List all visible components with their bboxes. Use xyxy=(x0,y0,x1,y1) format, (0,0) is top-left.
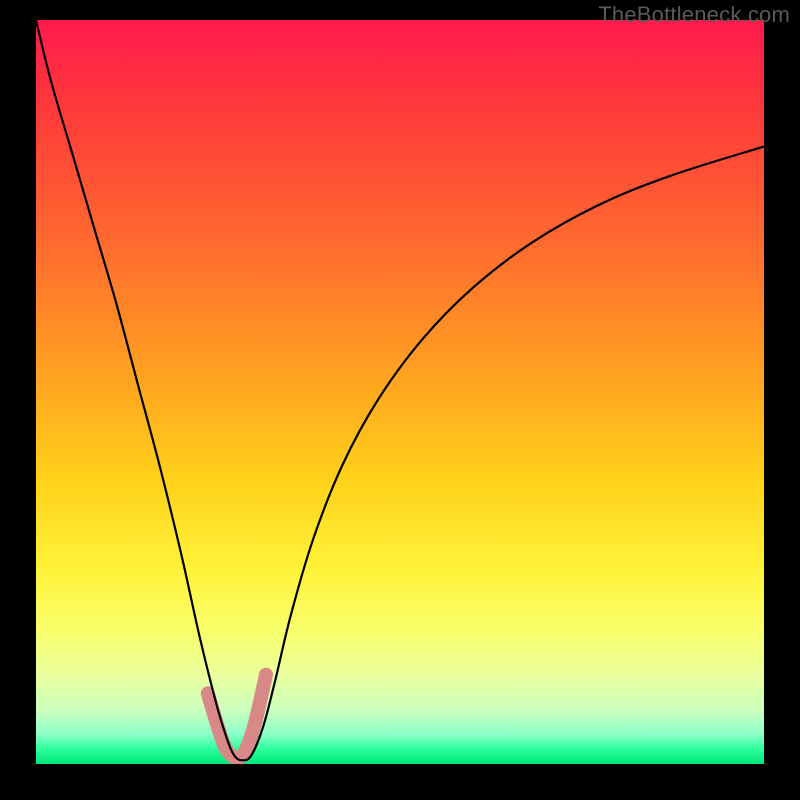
plot-area xyxy=(36,20,764,764)
watermark-text: TheBottleneck.com xyxy=(598,2,790,28)
chart-frame: TheBottleneck.com xyxy=(0,0,800,800)
bottleneck-curve xyxy=(36,20,764,760)
curve-layer xyxy=(36,20,764,764)
